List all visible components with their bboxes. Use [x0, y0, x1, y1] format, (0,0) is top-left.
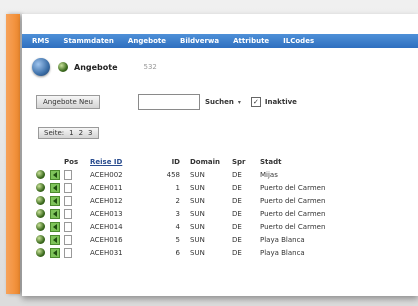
cell-reise-id[interactable]: ACEH014: [90, 220, 152, 233]
table-row[interactable]: ACEH016 5 SUN DE Playa Blanca: [36, 233, 350, 246]
green-circle-icon: [58, 62, 68, 72]
col-stadt[interactable]: Stadt: [260, 155, 350, 168]
nav-item-rms[interactable]: RMS: [32, 37, 49, 45]
cell-id: 6: [175, 248, 180, 257]
green-arrow-icon[interactable]: [50, 182, 60, 193]
pagination: Seite: 1 2 3: [38, 127, 99, 139]
cell-id: 3: [175, 209, 180, 218]
cell-spr: DE: [232, 196, 242, 205]
green-circle-icon[interactable]: [36, 209, 45, 218]
cell-domain: SUN: [190, 183, 205, 192]
cell-reise-id[interactable]: ACEH013: [90, 207, 152, 220]
cell-reise-id[interactable]: ACEH031: [90, 246, 152, 259]
page-link-2[interactable]: 2: [79, 129, 83, 137]
cell-id: 2: [175, 196, 180, 205]
table-row[interactable]: ACEH011 1 SUN DE Puerto del Carmen: [36, 181, 350, 194]
new-offer-button[interactable]: Angebote Neu: [36, 95, 100, 109]
green-circle-icon[interactable]: [36, 222, 45, 231]
green-circle-icon[interactable]: [36, 183, 45, 192]
cell-reise-id[interactable]: ACEH011: [90, 181, 152, 194]
inactive-label: Inaktive: [264, 98, 297, 106]
green-circle-icon[interactable]: [36, 248, 45, 257]
cell-domain: SUN: [190, 209, 205, 218]
cell-stadt: Puerto del Carmen: [260, 209, 326, 218]
cell-reise-id[interactable]: ACEH016: [90, 233, 152, 246]
cell-id: 4: [175, 222, 180, 231]
nav-item-bildverwaltung[interactable]: Bildverwa: [180, 37, 219, 45]
cell-stadt: Mijas: [260, 170, 278, 179]
inactive-checkbox[interactable]: ✓: [250, 97, 261, 107]
main-nav: RMS Stammdaten Angebote Bildverwa Attrib…: [22, 34, 418, 48]
table-row[interactable]: ACEH013 3 SUN DE Puerto del Carmen: [36, 207, 350, 220]
record-count: 532: [143, 63, 157, 71]
cell-id: 458: [166, 170, 180, 179]
cell-stadt: Puerto del Carmen: [260, 196, 326, 205]
cell-stadt: Puerto del Carmen: [260, 183, 326, 192]
page-header: Angebote 532: [32, 58, 157, 76]
green-arrow-icon[interactable]: [50, 169, 60, 180]
document-icon[interactable]: [64, 247, 72, 258]
cell-domain: SUN: [190, 248, 205, 257]
table-header-row: Pos Reise ID ID Domain Spr Stadt: [36, 155, 350, 168]
col-id[interactable]: ID: [152, 155, 190, 168]
offers-table: Pos Reise ID ID Domain Spr Stadt ACEH002…: [36, 155, 350, 259]
caret-down-icon[interactable]: ▾: [238, 99, 241, 106]
cell-reise-id[interactable]: ACEH002: [90, 168, 152, 181]
table-row[interactable]: ACEH031 6 SUN DE Playa Blanca: [36, 246, 350, 259]
document-icon[interactable]: [64, 182, 72, 193]
app-window: RMS Stammdaten Angebote Bildverwa Attrib…: [0, 0, 418, 306]
document-icon[interactable]: [64, 169, 72, 180]
search-input[interactable]: [137, 94, 200, 110]
cell-spr: DE: [232, 248, 242, 257]
cell-spr: DE: [232, 209, 242, 218]
col-reise-id[interactable]: Reise ID: [90, 155, 152, 168]
green-circle-icon[interactable]: [36, 170, 45, 179]
cell-stadt: Playa Blanca: [260, 248, 305, 257]
cell-spr: DE: [232, 183, 242, 192]
globe-icon: [32, 58, 50, 76]
green-arrow-icon[interactable]: [50, 195, 60, 206]
col-pos[interactable]: Pos: [64, 155, 90, 168]
page-content: RMS Stammdaten Angebote Bildverwa Attrib…: [22, 14, 418, 296]
page-link-1[interactable]: 1: [69, 129, 73, 137]
document-icon[interactable]: [64, 195, 72, 206]
green-arrow-icon[interactable]: [50, 247, 60, 258]
green-circle-icon[interactable]: [36, 196, 45, 205]
side-tab: [6, 14, 20, 294]
document-icon[interactable]: [64, 221, 72, 232]
document-icon[interactable]: [64, 234, 72, 245]
cell-id: 5: [175, 235, 180, 244]
pager-label: Seite:: [44, 129, 65, 137]
toolbar: Angebote Neu Suchen ▾ ✓ Inaktive: [36, 94, 297, 110]
cell-domain: SUN: [190, 170, 205, 179]
nav-item-attribute[interactable]: Attribute: [233, 37, 269, 45]
col-spr[interactable]: Spr: [232, 155, 260, 168]
page-title: Angebote: [74, 62, 118, 72]
cell-domain: SUN: [190, 235, 205, 244]
green-arrow-icon[interactable]: [50, 234, 60, 245]
cell-spr: DE: [232, 235, 242, 244]
green-arrow-icon[interactable]: [50, 221, 60, 232]
cell-id: 1: [175, 183, 180, 192]
nav-item-angebote[interactable]: Angebote: [128, 37, 166, 45]
nav-item-stammdaten[interactable]: Stammdaten: [63, 37, 114, 45]
nav-item-ilcodes[interactable]: ILCodes: [283, 37, 314, 45]
table-row[interactable]: ACEH012 2 SUN DE Puerto del Carmen: [36, 194, 350, 207]
search-label[interactable]: Suchen: [205, 98, 234, 106]
cell-domain: SUN: [190, 196, 205, 205]
green-circle-icon[interactable]: [36, 235, 45, 244]
cell-stadt: Playa Blanca: [260, 235, 305, 244]
green-arrow-icon[interactable]: [50, 208, 60, 219]
table-row[interactable]: ACEH002 458 SUN DE Mijas: [36, 168, 350, 181]
page-link-3[interactable]: 3: [88, 129, 92, 137]
table-row[interactable]: ACEH014 4 SUN DE Puerto del Carmen: [36, 220, 350, 233]
document-icon[interactable]: [64, 208, 72, 219]
cell-spr: DE: [232, 222, 242, 231]
cell-domain: SUN: [190, 222, 205, 231]
cell-stadt: Puerto del Carmen: [260, 222, 326, 231]
cell-spr: DE: [232, 170, 242, 179]
col-domain[interactable]: Domain: [190, 155, 232, 168]
cell-reise-id[interactable]: ACEH012: [90, 194, 152, 207]
